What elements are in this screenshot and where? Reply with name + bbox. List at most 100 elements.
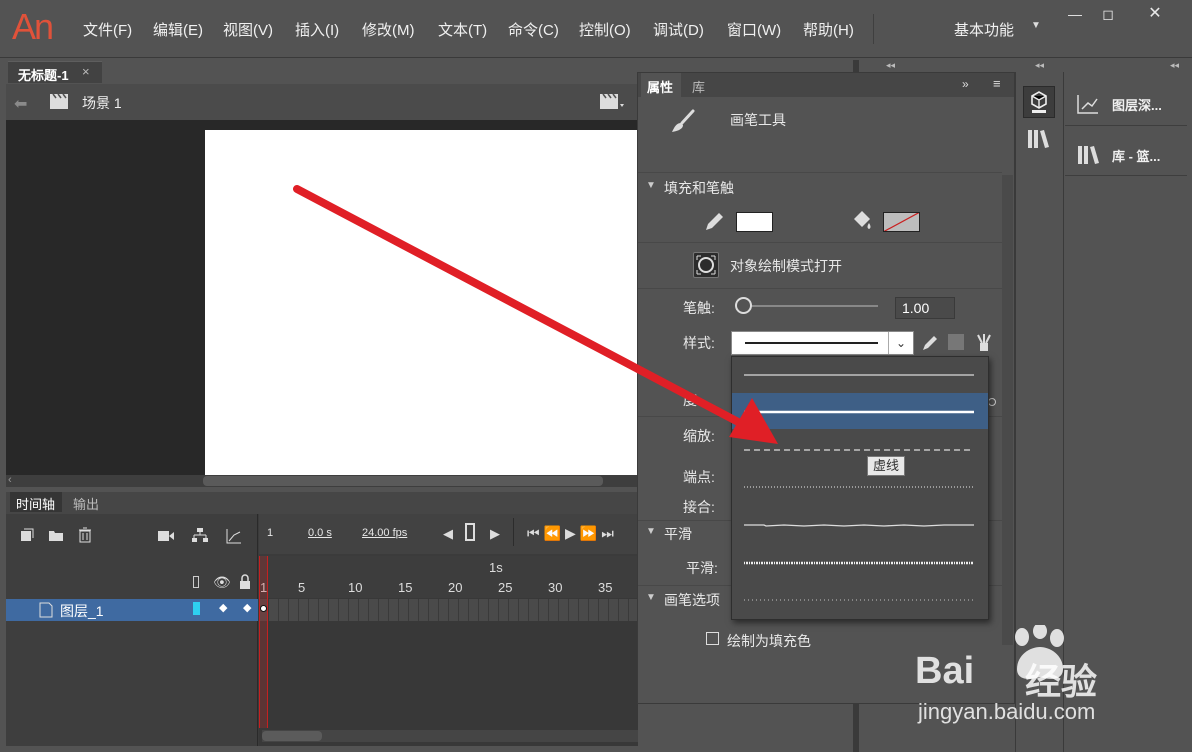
dock-item-layer-depth[interactable]: 图层深... — [1065, 78, 1187, 126]
tab-timeline[interactable]: 时间轴 — [10, 492, 62, 512]
camera-icon[interactable] — [157, 529, 175, 545]
ruler-tick: 5 — [298, 580, 306, 595]
chevron-down-icon[interactable]: ⌄ — [888, 332, 913, 354]
layer-visible-dot[interactable]: ◆ — [219, 601, 227, 614]
section-divider — [638, 242, 1002, 243]
center-frame-left-icon[interactable]: ◀ — [443, 526, 453, 542]
expand-panel-icon[interactable]: » — [962, 77, 969, 91]
center-frame-icon[interactable] — [465, 523, 475, 541]
play-icon[interactable]: ▶ — [565, 525, 580, 541]
edit-scene-icon[interactable] — [599, 92, 625, 113]
menu-commands[interactable]: 命令(C) — [508, 19, 559, 40]
properties-scrollbar[interactable] — [1002, 175, 1013, 645]
collapse-triangle-icon: ▼ — [646, 592, 656, 603]
workspace-switcher[interactable]: 基本功能 — [954, 19, 1014, 40]
style-option-ragged[interactable] — [732, 506, 988, 542]
menu-insert[interactable]: 插入(I) — [295, 19, 339, 40]
style-option-dashed[interactable] — [732, 432, 988, 468]
stroke-color-swatch[interactable] — [736, 212, 773, 232]
section-fill-stroke-title: 填充和笔触 — [664, 180, 734, 196]
keyframe-marker[interactable] — [260, 605, 267, 612]
brush-library-icon[interactable] — [975, 333, 993, 356]
new-folder-icon[interactable] — [48, 528, 64, 545]
menu-view[interactable]: 视图(V) — [223, 19, 273, 40]
style-option-dotted[interactable] — [732, 469, 988, 505]
cap-label: 端点: — [683, 469, 715, 485]
frame-rate[interactable]: 24.00 fps — [362, 527, 407, 539]
lock-icon[interactable] — [238, 574, 252, 593]
stage-scrollbar-thumb[interactable] — [203, 476, 603, 486]
menu-edit[interactable]: 编辑(E) — [153, 19, 203, 40]
tooltip: 虚线 — [867, 456, 905, 476]
section-fill-stroke-header[interactable]: ▼ 填充和笔触 — [638, 176, 1002, 202]
library-dock-icon[interactable] — [1027, 128, 1053, 153]
fill-color-swatch[interactable] — [883, 212, 920, 232]
delete-layer-icon[interactable] — [78, 527, 92, 546]
ruler-tick: 20 — [448, 580, 463, 595]
minimize-button[interactable]: — — [1064, 6, 1086, 22]
draw-as-fill-label: 绘制为填充色 — [727, 633, 811, 649]
stroke-width-profile-icon[interactable] — [948, 334, 964, 350]
graph-editor-icon[interactable] — [226, 528, 242, 547]
step-forward-icon[interactable]: ⏩ — [580, 525, 601, 541]
layer-parenting-icon[interactable] — [191, 527, 209, 546]
layer-name[interactable]: 图层_1 — [60, 601, 104, 621]
new-layer-icon[interactable] — [20, 528, 34, 545]
panel-menu-icon[interactable]: ≡ — [993, 76, 1001, 91]
back-arrow-icon[interactable]: ⬅ — [14, 94, 27, 114]
tab-properties[interactable]: 属性 — [641, 73, 681, 97]
show-hide-eye-icon[interactable]: 👁 — [213, 574, 231, 591]
layer-panel — [6, 514, 258, 746]
first-frame-icon[interactable]: ⏮ — [527, 525, 544, 541]
menu-modify[interactable]: 修改(M) — [362, 19, 415, 40]
outline-toggle-icon[interactable] — [193, 576, 199, 588]
workspace-caret-icon[interactable]: ▼ — [1031, 20, 1041, 31]
document-tab-close-icon[interactable]: × — [82, 64, 90, 79]
stroke-size-slider-handle[interactable] — [735, 297, 752, 314]
elapsed-time[interactable]: 0.0 s — [308, 527, 332, 539]
style-option-hatched[interactable] — [732, 582, 988, 618]
step-back-icon[interactable]: ⏪ — [544, 525, 565, 541]
scroll-left-icon[interactable]: ‹ — [8, 474, 12, 486]
layer-frames[interactable] — [259, 599, 638, 621]
collapse-left-icon-2[interactable]: ◂◂ — [1035, 60, 1044, 71]
section-smooth-title: 平滑 — [664, 526, 692, 542]
tab-library[interactable]: 库 — [692, 77, 705, 96]
menu-help[interactable]: 帮助(H) — [803, 19, 854, 40]
style-option-stipple[interactable] — [732, 544, 988, 580]
current-frame[interactable]: 1 — [267, 527, 273, 539]
last-frame-icon[interactable]: ⏭ — [601, 525, 618, 541]
layer-color-swatch[interactable] — [193, 602, 200, 615]
width-info-icon[interactable] — [988, 398, 996, 406]
stroke-style-label: 样式: — [683, 335, 715, 351]
edit-stroke-style-pencil-icon[interactable] — [921, 334, 939, 355]
object-drawing-mode-button[interactable] — [693, 252, 719, 278]
smooth-label: 平滑: — [686, 560, 718, 576]
maximize-button[interactable]: ◻ — [1097, 6, 1119, 22]
center-frame-right-icon[interactable]: ▶ — [490, 526, 500, 542]
close-window-button[interactable]: ✕ — [1144, 6, 1166, 22]
collapse-left-icon-3[interactable]: ◂◂ — [1170, 60, 1179, 71]
menu-file[interactable]: 文件(F) — [83, 19, 132, 40]
stroke-size-slider-track[interactable] — [748, 305, 878, 307]
style-option-solid-selected[interactable] — [732, 393, 988, 429]
style-option-hairline[interactable] — [732, 357, 988, 393]
section-divider — [638, 172, 1002, 173]
menu-text[interactable]: 文本(T) — [438, 19, 487, 40]
scene-clapper-icon — [49, 92, 69, 113]
layer-unlocked-dot[interactable]: ◆ — [243, 601, 251, 614]
stroke-size-input[interactable]: 1.00 — [895, 297, 955, 319]
stage-canvas[interactable] — [205, 130, 639, 475]
collapse-left-icon[interactable]: ◂◂ — [886, 60, 895, 71]
properties-dock-icon[interactable] — [1023, 86, 1055, 118]
section-brush-options-title: 画笔选项 — [664, 592, 720, 608]
menu-control[interactable]: 控制(O) — [579, 19, 631, 40]
menu-debug[interactable]: 调试(D) — [653, 19, 704, 40]
dock-item-library[interactable]: 库 - 篮... — [1065, 128, 1187, 176]
playhead[interactable] — [259, 556, 268, 728]
draw-as-fill-checkbox[interactable] — [706, 632, 719, 645]
layer-depth-icon — [1077, 94, 1099, 117]
timeline-scrollbar-thumb[interactable] — [262, 731, 322, 741]
tab-output[interactable]: 输出 — [73, 494, 99, 513]
menu-window[interactable]: 窗口(W) — [727, 19, 781, 40]
